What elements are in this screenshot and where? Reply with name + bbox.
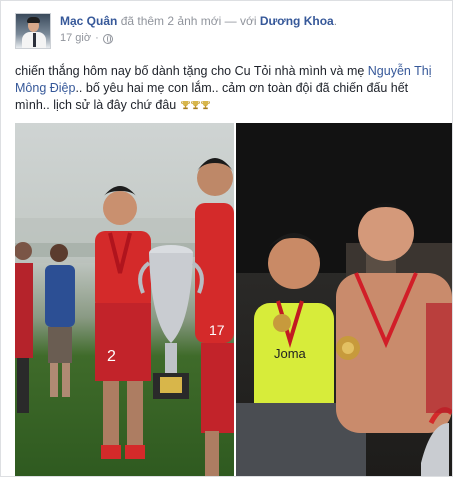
trophy-icon [180,100,190,110]
photo-grid: 2 17 Joma [15,123,452,476]
field-scene-illustration: 2 17 [15,158,234,476]
post-header: Mạc Quân đã thêm 2 ảnh mới — với Dương K… [15,13,337,49]
post-timestamp[interactable]: 17 giờ [60,32,91,45]
post-meta: Mạc Quân đã thêm 2 ảnh mới — với Dương K… [60,14,337,45]
message-text-1: chiến thắng hôm nay bố dành tặng cho Cu … [15,64,368,78]
photo-locker-room-medals[interactable]: Joma [236,123,452,476]
locker-room-illustration: Joma [236,123,452,476]
trophy-emoji-group [180,98,210,112]
avatar-tie [33,33,36,47]
trophy-icon [190,100,200,110]
facebook-post: Mạc Quân đã thêm 2 ảnh mới — với Dương K… [0,0,453,477]
jersey-number-2: 2 [107,348,116,365]
author-avatar[interactable] [15,13,51,49]
post-message: chiến thắng hôm nay bố dành tặng cho Cu … [15,63,441,114]
trophy-icon [200,100,210,110]
author-name-link[interactable]: Mạc Quân [60,14,117,28]
post-action-text: đã thêm 2 ảnh mới — với [117,14,260,28]
separator-dot: · [95,32,99,44]
avatar-hair [27,17,40,23]
post-subline: 17 giờ · [60,32,337,45]
headline-period: . [333,14,338,28]
shirt-logo-text: Joma [274,346,307,361]
tagged-friend-link[interactable]: Dương Khoa [260,14,334,28]
post-headline: Mạc Quân đã thêm 2 ảnh mới — với Dương K… [60,14,337,29]
photo-team-trophy-field[interactable]: 2 17 [15,123,234,476]
globe-icon[interactable] [102,33,113,44]
jersey-number-17: 17 [209,322,225,338]
